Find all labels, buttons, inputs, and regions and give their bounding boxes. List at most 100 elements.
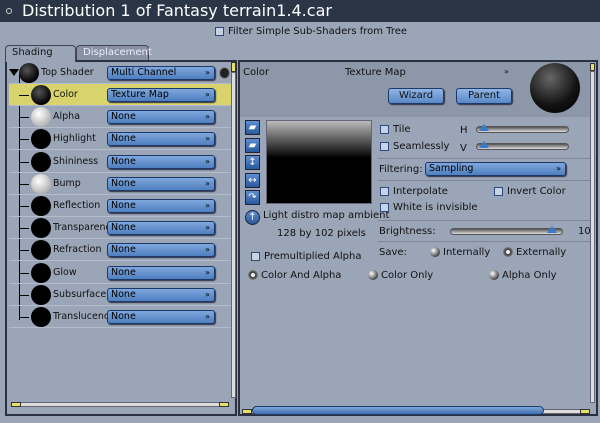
tree-row-transparency[interactable]: TransparencyNone » — [9, 217, 231, 240]
shader-dropdown[interactable]: None » — [107, 287, 215, 302]
shader-type-label[interactable]: Texture Map — [345, 67, 406, 79]
save-label: Save: — [379, 247, 407, 258]
tree-row-label: Reflection — [53, 200, 101, 211]
save-externally-radio[interactable]: Externally — [503, 247, 566, 259]
vertical-scrollbar-thumb[interactable] — [231, 62, 236, 72]
top-shader-dropdown[interactable]: Multi Channel » — [107, 66, 215, 80]
seamlessly-checkbox[interactable]: Seamlessly — [380, 141, 449, 153]
chevron-down-icon: » — [205, 156, 210, 166]
interpolate-checkbox[interactable]: Interpolate — [380, 186, 448, 198]
reload-folder-icon[interactable]: ▰ — [245, 138, 260, 153]
filter-label: Filter Simple Sub-Shaders from Tree — [228, 26, 408, 37]
brightness-slider[interactable] — [450, 226, 563, 235]
tree-row-label: Shininess — [53, 155, 99, 167]
tree-row-glow[interactable]: Glow None » — [9, 262, 231, 284]
shader-ball-icon — [31, 196, 51, 216]
tree-row-subsurface-sc[interactable]: Subsurface ScNone » — [9, 284, 231, 306]
white-invisible-checkbox[interactable]: White is invisible — [380, 202, 478, 214]
save-internally-radio[interactable]: Internally — [430, 247, 490, 259]
shader-dropdown[interactable]: None » — [107, 176, 215, 191]
chevron-down-icon: » — [205, 134, 210, 144]
vertical-scrollbar-thumb[interactable] — [590, 63, 595, 71]
vertical-scrollbar[interactable] — [231, 72, 236, 398]
shader-ball-icon — [31, 284, 51, 305]
image-name: Light distro map ambient — [263, 210, 390, 221]
shader-tree-panel: Top Shader Multi Channel » Color Texture M… — [5, 60, 237, 416]
h-slider[interactable] — [476, 124, 569, 133]
shader-ball-icon — [31, 240, 51, 261]
shader-dropdown[interactable]: None » — [107, 243, 215, 258]
tile-checkbox[interactable]: Tile — [380, 124, 411, 136]
rotate-icon[interactable]: ↷ — [245, 190, 260, 205]
slider-thumb[interactable] — [547, 226, 557, 233]
channel-label: Color — [243, 67, 270, 78]
tab-shading[interactable]: Shading — [5, 45, 76, 62]
shader-dropdown[interactable]: None » — [107, 310, 215, 324]
shader-dropdown[interactable]: None » — [107, 265, 215, 280]
open-folder-icon[interactable]: ▰ — [245, 120, 260, 135]
tree-row-label: Refraction — [53, 244, 102, 256]
tree-row-highlight[interactable]: Highlight None » — [9, 128, 231, 151]
chevron-down-icon: » — [205, 201, 210, 210]
flip-vertical-icon[interactable]: ↕ — [245, 155, 260, 170]
up-arrow-icon[interactable]: ↑ — [245, 210, 260, 225]
shader-ball-icon — [31, 129, 51, 150]
divider — [378, 241, 596, 242]
v-slider[interactable] — [476, 141, 569, 150]
color-and-alpha-radio[interactable]: Color And Alpha — [248, 270, 341, 282]
filtering-dropdown[interactable]: Sampling» — [425, 162, 566, 176]
expand-triangle-icon[interactable] — [9, 69, 19, 76]
scroll-right-handle[interactable] — [219, 402, 229, 407]
color-only-radio[interactable]: Color Only — [368, 270, 433, 282]
scroll-right-handle[interactable] — [580, 409, 590, 414]
tree-row-translucency[interactable]: Translucency None » — [9, 306, 231, 328]
chevron-down-icon[interactable]: » — [504, 66, 509, 78]
tree-row-color[interactable]: Color Texture Map » — [9, 84, 231, 106]
chevron-down-icon: » — [205, 90, 210, 99]
wizard-button[interactable]: Wizard — [388, 88, 444, 104]
filter-checkbox[interactable]: Filter Simple Sub-Shaders from Tree — [215, 26, 407, 38]
slider-thumb[interactable] — [479, 124, 489, 131]
image-size: 128 by 102 pixels — [277, 228, 366, 239]
shader-ball-icon — [19, 63, 39, 83]
tab-displacement[interactable]: Displacement — [76, 45, 152, 61]
texture-preview-image[interactable] — [266, 120, 372, 204]
shader-dropdown[interactable]: Texture Map » — [107, 88, 215, 102]
tree-row-refraction[interactable]: Refraction None » — [9, 239, 231, 262]
tree-row-reflection[interactable]: Reflection None » — [9, 195, 231, 217]
tree-branch — [19, 117, 29, 119]
scroll-left-handle[interactable] — [11, 402, 21, 407]
scroll-left-handle[interactable] — [242, 409, 252, 414]
shader-dropdown[interactable]: None » — [107, 199, 215, 213]
window-close-icon[interactable] — [6, 8, 12, 14]
tree-branch — [19, 139, 29, 141]
slider-thumb[interactable] — [479, 141, 489, 148]
checkbox-icon[interactable] — [215, 26, 224, 36]
shader-dropdown[interactable]: None » — [107, 132, 215, 147]
shader-dropdown[interactable]: None » — [107, 221, 215, 236]
shader-dropdown[interactable]: None » — [107, 110, 215, 125]
horizontal-scrollbar[interactable] — [11, 402, 229, 407]
tree-row-shininess[interactable]: Shininess None » — [9, 151, 231, 173]
flip-horizontal-icon[interactable]: ↔ — [245, 173, 260, 188]
shader-dropdown[interactable]: None » — [107, 154, 215, 169]
divider — [378, 158, 596, 159]
tree-row-alpha[interactable]: Alpha None » — [9, 106, 231, 129]
tree-branch — [19, 250, 29, 252]
tree-branch — [19, 183, 29, 185]
shader-ball-icon — [31, 85, 51, 105]
alpha-only-radio[interactable]: Alpha Only — [489, 270, 557, 282]
preview-sphere — [530, 63, 580, 113]
trash-icon[interactable] — [219, 67, 230, 79]
shader-ball-icon — [31, 107, 51, 128]
tree-row-bump[interactable]: Bump None » — [9, 173, 231, 195]
parent-button[interactable]: Parent — [456, 88, 512, 104]
tree-row-top-shader[interactable]: Top Shader Multi Channel » — [9, 62, 231, 84]
divider — [378, 180, 596, 181]
horizontal-scrollbar-thumb[interactable] — [252, 406, 544, 415]
tree-row-label: Translucency — [53, 311, 109, 322]
invert-color-checkbox[interactable]: Invert Color — [494, 186, 566, 198]
premultiplied-alpha-checkbox[interactable]: Premultiplied Alpha — [251, 251, 361, 263]
shader-ball-icon — [31, 151, 51, 172]
vertical-scrollbar[interactable] — [590, 71, 595, 403]
